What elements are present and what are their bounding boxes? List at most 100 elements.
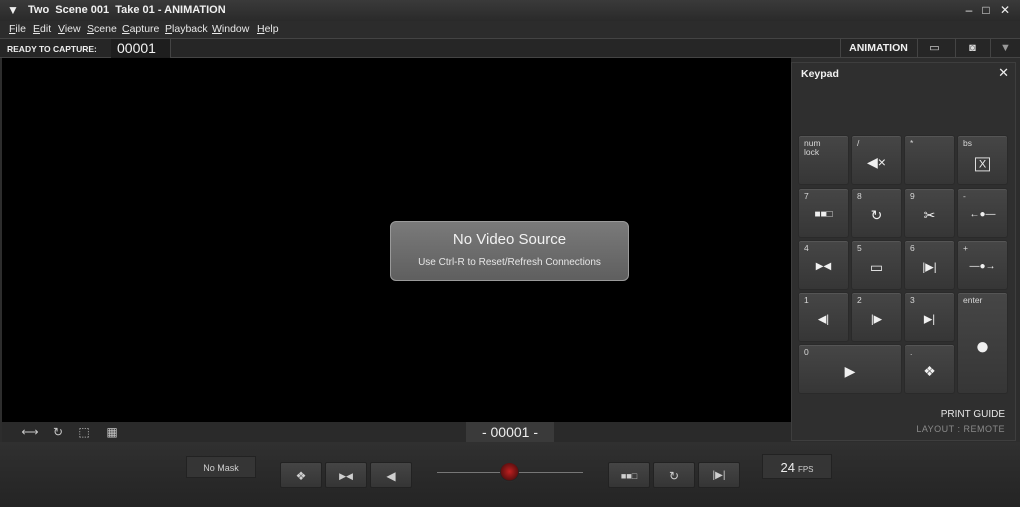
key-label: 5 xyxy=(857,243,862,253)
keypad-panel: Keypad ✕ num lock / ◀× * bs X 7 ■■□ 8 ↻ … xyxy=(791,62,1016,441)
key-minus[interactable]: - ←●— xyxy=(957,188,1008,238)
keypad-close-icon[interactable]: ✕ xyxy=(998,65,1009,81)
key-enter[interactable]: enter ● xyxy=(957,292,1008,394)
menu-playback[interactable]: Playback xyxy=(165,23,208,35)
layout-remote-select[interactable]: LAYOUT : REMOTE xyxy=(916,424,1005,434)
capture-frame-number: 00001 xyxy=(111,39,171,58)
close-button[interactable]: ✕ xyxy=(996,2,1014,18)
play-frame-button[interactable]: |▶| xyxy=(698,462,740,488)
play-frame-icon: |▶| xyxy=(712,470,726,481)
maximize-button[interactable]: □ xyxy=(977,2,995,18)
video-viewport[interactable]: No Video Source Use Ctrl-R to Reset/Refr… xyxy=(2,58,791,422)
loop-icon: ↻ xyxy=(870,207,883,224)
key-5[interactable]: 5 ▭ xyxy=(851,240,902,290)
menu-bar: File Edit View Scene Capture Playback Wi… xyxy=(0,21,1020,38)
key-3[interactable]: 3 ▶| xyxy=(904,292,955,342)
no-video-message: No Video Source Use Ctrl-R to Reset/Refr… xyxy=(390,221,629,281)
menu-file[interactable]: File xyxy=(9,23,26,35)
no-video-hint: Use Ctrl-R to Reset/Refresh Connections xyxy=(418,257,601,268)
title-bar: ▼ Two Scene 001 Take 01 - ANIMATION – □ … xyxy=(0,0,1020,21)
key-2[interactable]: 2 |▶ xyxy=(851,292,902,342)
loop-button[interactable]: ↻ xyxy=(653,462,695,488)
mode-label: ANIMATION xyxy=(840,39,916,58)
slider-right-icon: —●→ xyxy=(969,261,996,273)
play-frame-icon: |▶| xyxy=(922,261,937,274)
key-6[interactable]: 6 |▶| xyxy=(904,240,955,290)
menu-view[interactable]: View xyxy=(58,23,81,35)
key-label: + xyxy=(963,243,968,253)
key-label: 7 xyxy=(804,191,809,201)
skip-end-icon: ▶| xyxy=(923,313,936,326)
no-video-title: No Video Source xyxy=(452,231,567,248)
keypad-title: Keypad xyxy=(801,68,839,80)
menu-window[interactable]: Window xyxy=(212,23,249,35)
step-forward-icon: |▶ xyxy=(870,313,883,326)
toggle-button[interactable]: ▶◀ xyxy=(325,462,367,488)
frames-button[interactable]: ■■□ xyxy=(608,462,650,488)
key-label: 6 xyxy=(910,243,915,253)
onion-skin-button[interactable]: ❖ xyxy=(280,462,322,488)
dropdown-icon[interactable]: ▼ xyxy=(990,39,1020,58)
fps-value: 24 xyxy=(780,460,795,475)
playback-slider-knob[interactable] xyxy=(500,463,519,482)
key-label: * xyxy=(910,138,914,148)
key-1[interactable]: 1 ◀| xyxy=(798,292,849,342)
camera-icon[interactable]: ◙ xyxy=(955,39,989,58)
key-label: 3 xyxy=(910,295,915,305)
key-decimal[interactable]: . ❖ xyxy=(904,344,955,394)
application-window: ▼ Two Scene 001 Take 01 - ANIMATION – □ … xyxy=(0,0,1020,507)
app-logo-icon: ▼ xyxy=(7,3,19,17)
menu-help[interactable]: Help xyxy=(257,23,279,35)
mask-select[interactable]: No Mask xyxy=(186,456,256,478)
delete-frame-icon: X xyxy=(958,154,1007,172)
key-0[interactable]: 0 ▶ xyxy=(798,344,902,394)
playback-toolbar: No Mask ❖ ▶◀ ◀ ■■□ ↻ |▶| 24 FPS xyxy=(0,442,1020,507)
key-num-lock[interactable]: num lock xyxy=(798,135,849,185)
key-label: num lock xyxy=(804,138,821,157)
print-guide-link[interactable]: PRINT GUIDE xyxy=(941,409,1005,420)
onion-skin-icon: ❖ xyxy=(923,363,936,380)
bowtie-icon: ▶◀ xyxy=(815,261,832,273)
step-back-icon: ◀ xyxy=(386,469,396,483)
key-label: enter xyxy=(963,295,983,305)
key-4[interactable]: 4 ▶◀ xyxy=(798,240,849,290)
ready-label: READY TO CAPTURE: xyxy=(7,44,97,54)
frame-counter: - 00001 - xyxy=(466,422,554,442)
key-plus[interactable]: + —●→ xyxy=(957,240,1008,290)
key-mute[interactable]: / ◀× xyxy=(851,135,902,185)
key-8[interactable]: 8 ↻ xyxy=(851,188,902,238)
step-back-button[interactable]: ◀ xyxy=(370,462,412,488)
mute-icon: ◀× xyxy=(867,154,886,171)
menu-capture[interactable]: Capture xyxy=(122,23,159,35)
play-icon: ▶ xyxy=(844,363,856,380)
refresh-icon[interactable]: ↻ xyxy=(48,424,68,440)
delete-glyph: X xyxy=(974,157,991,172)
monitor-icon[interactable]: ▭ xyxy=(917,39,951,58)
menu-scene[interactable]: Scene xyxy=(87,23,117,35)
minimize-button[interactable]: – xyxy=(960,2,978,18)
slider-left-icon: ←●— xyxy=(969,209,996,221)
onion-skin-icon: ❖ xyxy=(295,469,307,483)
frames-icon: ■■□ xyxy=(620,471,638,481)
resize-icon[interactable]: ⟷ xyxy=(20,424,40,440)
key-label: bs xyxy=(963,138,972,148)
frame-view-icon: ▭ xyxy=(869,259,884,276)
key-backspace[interactable]: bs X xyxy=(957,135,1008,185)
key-label: 8 xyxy=(857,191,862,201)
key-7[interactable]: 7 ■■□ xyxy=(798,188,849,238)
key-label: 0 xyxy=(804,347,809,357)
capture-dot-icon: ● xyxy=(975,333,990,361)
key-label: . xyxy=(910,347,913,357)
menu-edit[interactable]: Edit xyxy=(33,23,51,35)
fps-select[interactable]: 24 FPS xyxy=(762,454,832,479)
key-9[interactable]: 9 ✂ xyxy=(904,188,955,238)
key-label: 1 xyxy=(804,295,809,305)
frame-guide-icon[interactable]: ⬚ xyxy=(74,424,94,440)
frames-icon: ■■□ xyxy=(814,209,833,221)
key-label: 2 xyxy=(857,295,862,305)
step-back-icon: ◀| xyxy=(817,313,830,326)
key-label: 4 xyxy=(804,243,809,253)
key-label: 9 xyxy=(910,191,915,201)
grid-icon[interactable]: ▦ xyxy=(102,424,122,440)
key-asterisk[interactable]: * xyxy=(904,135,955,185)
